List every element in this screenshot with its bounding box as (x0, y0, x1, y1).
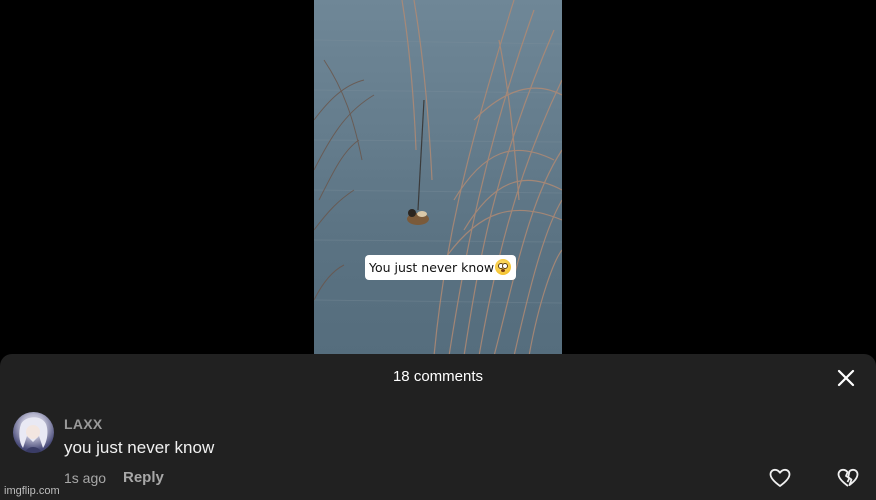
video-player[interactable]: You just never know (314, 0, 562, 356)
imgflip-watermark: imgflip.com (4, 485, 60, 497)
video-caption: You just never know (365, 255, 517, 280)
avatar[interactable] (13, 412, 54, 453)
like-button[interactable] (768, 466, 792, 490)
video-frame (314, 0, 562, 356)
avatar-image (19, 417, 48, 453)
comment-username[interactable]: LAXX (64, 416, 103, 432)
comments-sheet: 18 comments LAXX you just never know 1s … (0, 354, 876, 500)
broken-heart-icon (837, 468, 859, 487)
heart-outline-icon (769, 468, 791, 487)
close-icon (837, 369, 855, 387)
video-caption-text: You just never know (369, 260, 495, 275)
comment-timestamp: 1s ago (64, 470, 107, 486)
close-button[interactable] (834, 366, 858, 390)
comment-text: you just never know (64, 438, 215, 457)
reply-button[interactable]: Reply (123, 469, 164, 486)
flushed-face-emoji-icon (495, 259, 512, 275)
dislike-button[interactable] (836, 466, 860, 490)
comments-count-title: 18 comments (392, 368, 484, 385)
